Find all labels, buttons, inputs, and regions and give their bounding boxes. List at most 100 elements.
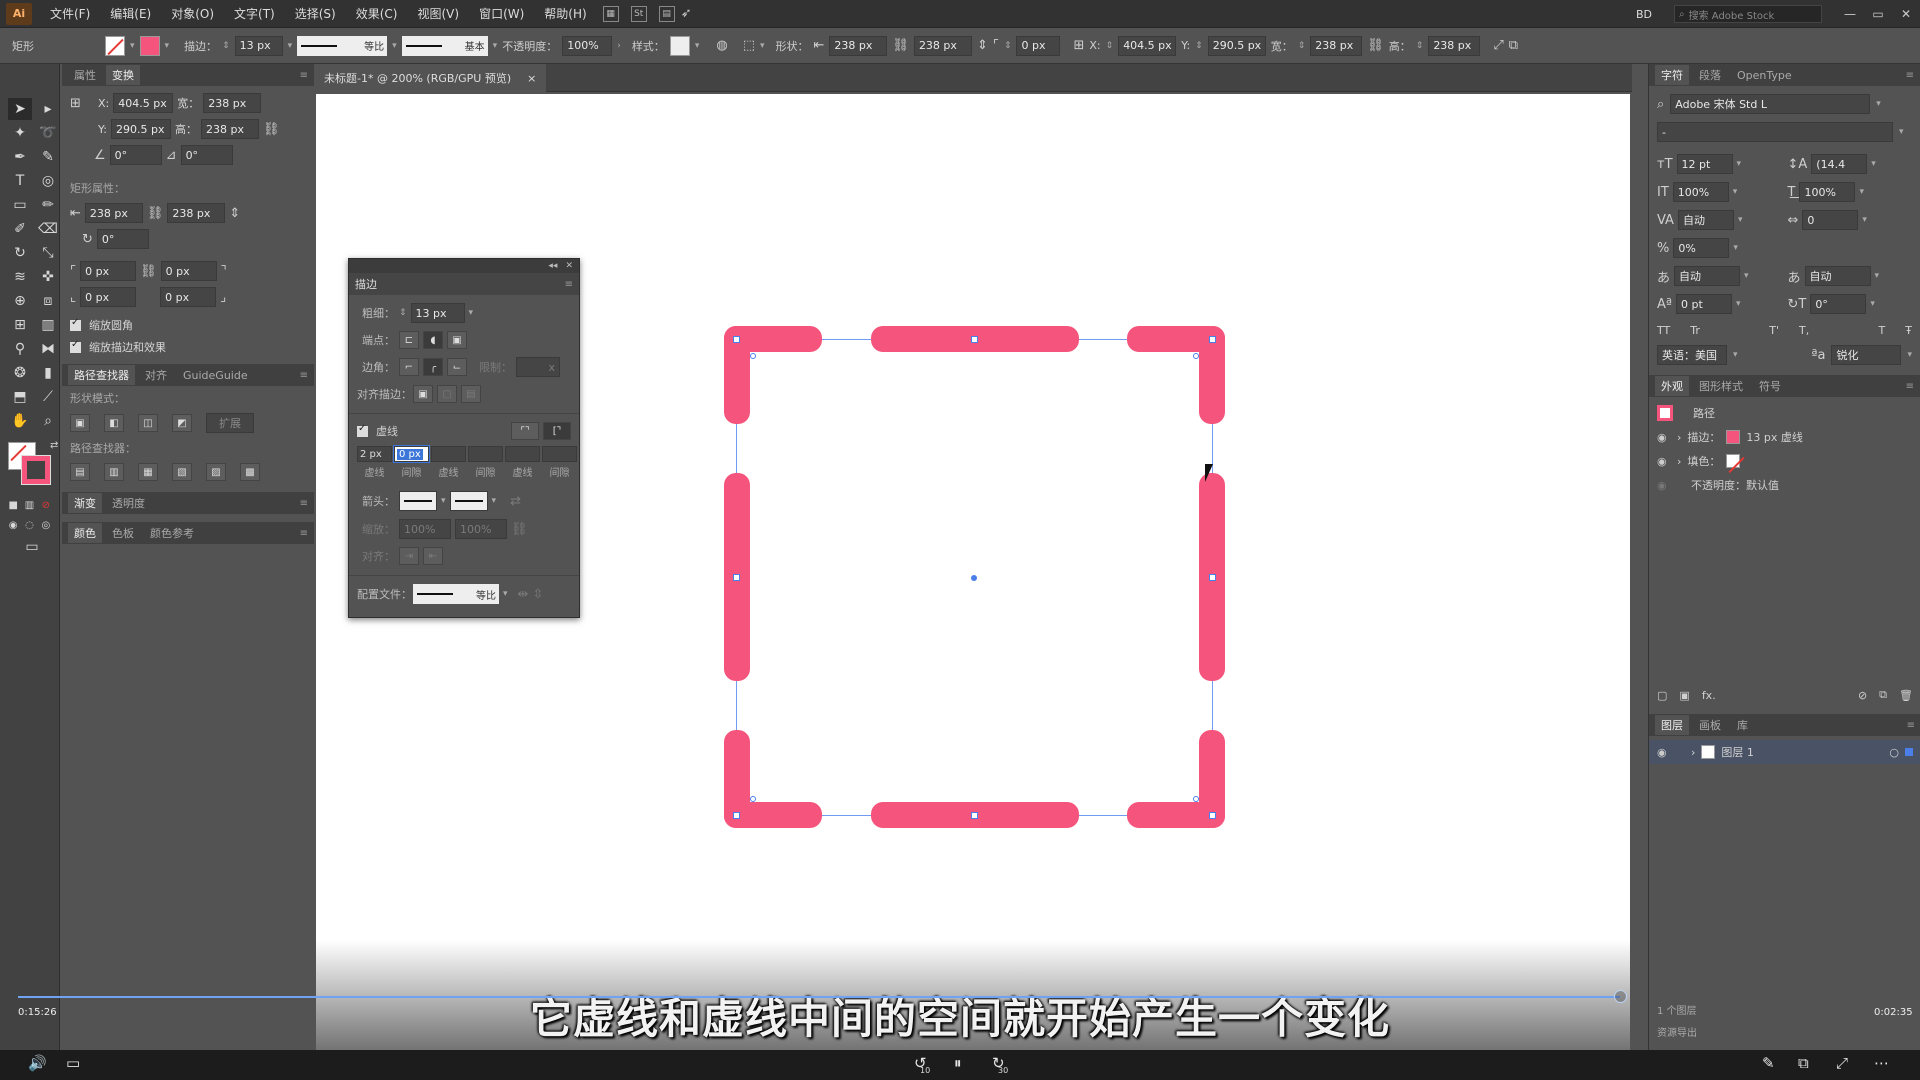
- merge-button[interactable]: ▦: [138, 463, 158, 481]
- collapse-icon[interactable]: ◂◂: [548, 261, 557, 271]
- leading-input[interactable]: (14.4: [1811, 154, 1868, 174]
- tab-color[interactable]: 颜色: [68, 523, 102, 543]
- subscript-button[interactable]: T,: [1799, 324, 1809, 337]
- menu-help[interactable]: 帮助(H): [534, 5, 596, 22]
- expand-fill-icon[interactable]: ›: [1677, 455, 1681, 468]
- appearance-opacity-row[interactable]: 不透明度：默认值: [1691, 477, 1779, 493]
- type-icon[interactable]: T: [8, 170, 32, 192]
- divide-button[interactable]: ▤: [70, 463, 90, 481]
- shape-builder-icon[interactable]: ⊕: [8, 290, 32, 312]
- hand-icon[interactable]: ✋: [8, 410, 32, 432]
- w-input[interactable]: 238 px: [1310, 35, 1363, 56]
- pip-icon[interactable]: ⧉: [1798, 1054, 1809, 1072]
- puppet-warp-icon[interactable]: ✜: [36, 266, 60, 288]
- curvature-icon[interactable]: ✎: [36, 146, 60, 168]
- gradient-icon[interactable]: ▥: [36, 314, 60, 336]
- panel-menu-icon[interactable]: ≡: [300, 70, 308, 81]
- flip-along-icon[interactable]: ⇳: [532, 587, 543, 602]
- small-caps-button[interactable]: Tr: [1690, 324, 1700, 337]
- expand-stroke-icon[interactable]: ›: [1677, 431, 1681, 444]
- more-icon[interactable]: ⋯: [1874, 1054, 1889, 1072]
- unite-button[interactable]: ▣: [70, 414, 90, 432]
- butt-cap-button[interactable]: ⊏: [399, 331, 419, 349]
- close-tab-icon[interactable]: ×: [527, 72, 536, 85]
- scale-corners-checkbox[interactable]: [70, 317, 81, 331]
- slice-icon[interactable]: ⟋: [36, 386, 60, 408]
- menu-edit[interactable]: 编辑(E): [100, 5, 161, 22]
- tab-graphic-styles[interactable]: 图形样式: [1693, 376, 1749, 396]
- anchor-mid-right[interactable]: [1209, 574, 1216, 581]
- transform-h-input[interactable]: 238 px: [200, 119, 259, 139]
- corner-widget-tl[interactable]: [750, 353, 756, 359]
- eye-icon[interactable]: ◉: [1657, 431, 1671, 444]
- eye-icon[interactable]: ◉: [1657, 479, 1671, 492]
- square-cap-button[interactable]: ▣: [447, 331, 467, 349]
- fill-swatch[interactable]: [105, 35, 125, 56]
- tab-swatches[interactable]: 色板: [106, 523, 140, 543]
- outline-button[interactable]: ▨: [206, 463, 226, 481]
- gap-3-input[interactable]: [542, 446, 577, 462]
- anchor-mid-left[interactable]: [733, 574, 740, 581]
- draw-normal-icon[interactable]: ◉: [8, 518, 18, 532]
- preserve-dash-button[interactable]: ⌜⌝: [511, 422, 539, 440]
- constrain-icon[interactable]: ⛓: [1367, 38, 1384, 53]
- flip-across-icon[interactable]: ⇹: [518, 587, 529, 602]
- corner-widget-br[interactable]: [1193, 796, 1199, 802]
- dash-2-input[interactable]: [431, 446, 466, 462]
- font-size-input[interactable]: 12 pt: [1676, 154, 1733, 174]
- align-center-button[interactable]: ▣: [413, 385, 433, 403]
- selection-tool-icon[interactable]: ➤: [8, 98, 32, 120]
- graphic-style-swatch[interactable]: [669, 35, 690, 56]
- pause-icon[interactable]: ⏸: [954, 1054, 962, 1072]
- arrow-scale-end[interactable]: 100%: [455, 519, 507, 539]
- add-fill-icon[interactable]: ▣: [1679, 689, 1689, 702]
- corner-tl-input[interactable]: 0 px: [80, 261, 137, 281]
- opacity-input[interactable]: 100%: [562, 35, 613, 56]
- anchor-bottom-mid[interactable]: [971, 812, 978, 819]
- layer-selection-indicator[interactable]: [1905, 748, 1913, 756]
- aki-select[interactable]: 自动: [1804, 266, 1871, 286]
- panel-menu-icon[interactable]: ≡: [300, 370, 308, 381]
- corner-widget-tr[interactable]: [1193, 353, 1199, 359]
- shear-angle-input[interactable]: 0°: [180, 145, 233, 165]
- corner-tr-input[interactable]: 0 px: [160, 261, 217, 281]
- y-input[interactable]: 290.5 px: [1207, 35, 1266, 56]
- tab-symbols[interactable]: 符号: [1753, 376, 1787, 396]
- brush-icon[interactable]: ✏: [36, 194, 60, 216]
- anchor-top-mid[interactable]: [971, 336, 978, 343]
- appearance-stroke-swatch[interactable]: [1726, 430, 1741, 444]
- anchor-top-right[interactable]: [1209, 336, 1216, 343]
- char-rotation-input[interactable]: 0°: [1810, 294, 1867, 314]
- reference-point-icon[interactable]: ⊞: [1073, 38, 1084, 53]
- align-outside-button[interactable]: ▤: [461, 385, 481, 403]
- appearance-stroke-value[interactable]: 13 px 虚线: [1746, 429, 1802, 445]
- link-icon[interactable]: ⛓: [263, 122, 280, 137]
- minus-back-button[interactable]: ▩: [240, 463, 260, 481]
- tab-align[interactable]: 对齐: [139, 365, 173, 385]
- arrow-tip-beyond-button[interactable]: ⇥: [399, 547, 419, 565]
- workspace-switcher[interactable]: BD: [1636, 8, 1652, 21]
- corner-bl-input[interactable]: 0 px: [80, 287, 137, 307]
- round-join-button[interactable]: ╭: [423, 358, 443, 376]
- transform-x-input[interactable]: 404.5 px: [113, 93, 174, 113]
- gpu-rocket-icon[interactable]: ➶: [681, 6, 692, 21]
- anchor-bottom-right[interactable]: [1209, 812, 1216, 819]
- spiral-icon[interactable]: ◎: [36, 170, 60, 192]
- magic-wand-icon[interactable]: ✦: [8, 122, 32, 144]
- close-panel-icon[interactable]: ✕: [565, 261, 573, 271]
- tab-layers[interactable]: 图层: [1655, 715, 1689, 735]
- pen-icon[interactable]: ✒: [8, 146, 32, 168]
- dash-1-input[interactable]: 2 px: [357, 446, 392, 462]
- transform-w-input[interactable]: 238 px: [203, 93, 262, 113]
- rectangle-icon[interactable]: ▭: [8, 194, 32, 216]
- horizontal-scale-input[interactable]: 100%: [1799, 182, 1856, 202]
- tab-opentype[interactable]: OpenType: [1731, 67, 1798, 84]
- profile-select[interactable]: 等比: [413, 584, 499, 604]
- symbol-sprayer-icon[interactable]: ❂: [8, 362, 32, 384]
- maximize-button[interactable]: ▭: [1864, 7, 1892, 21]
- tab-properties[interactable]: 属性: [68, 65, 102, 85]
- graph-icon[interactable]: ▮: [36, 362, 60, 384]
- transform-icon[interactable]: ⤢: [1493, 38, 1503, 53]
- eyedropper-icon[interactable]: ⚲: [8, 338, 32, 360]
- rotate-angle-input[interactable]: 0°: [109, 145, 162, 165]
